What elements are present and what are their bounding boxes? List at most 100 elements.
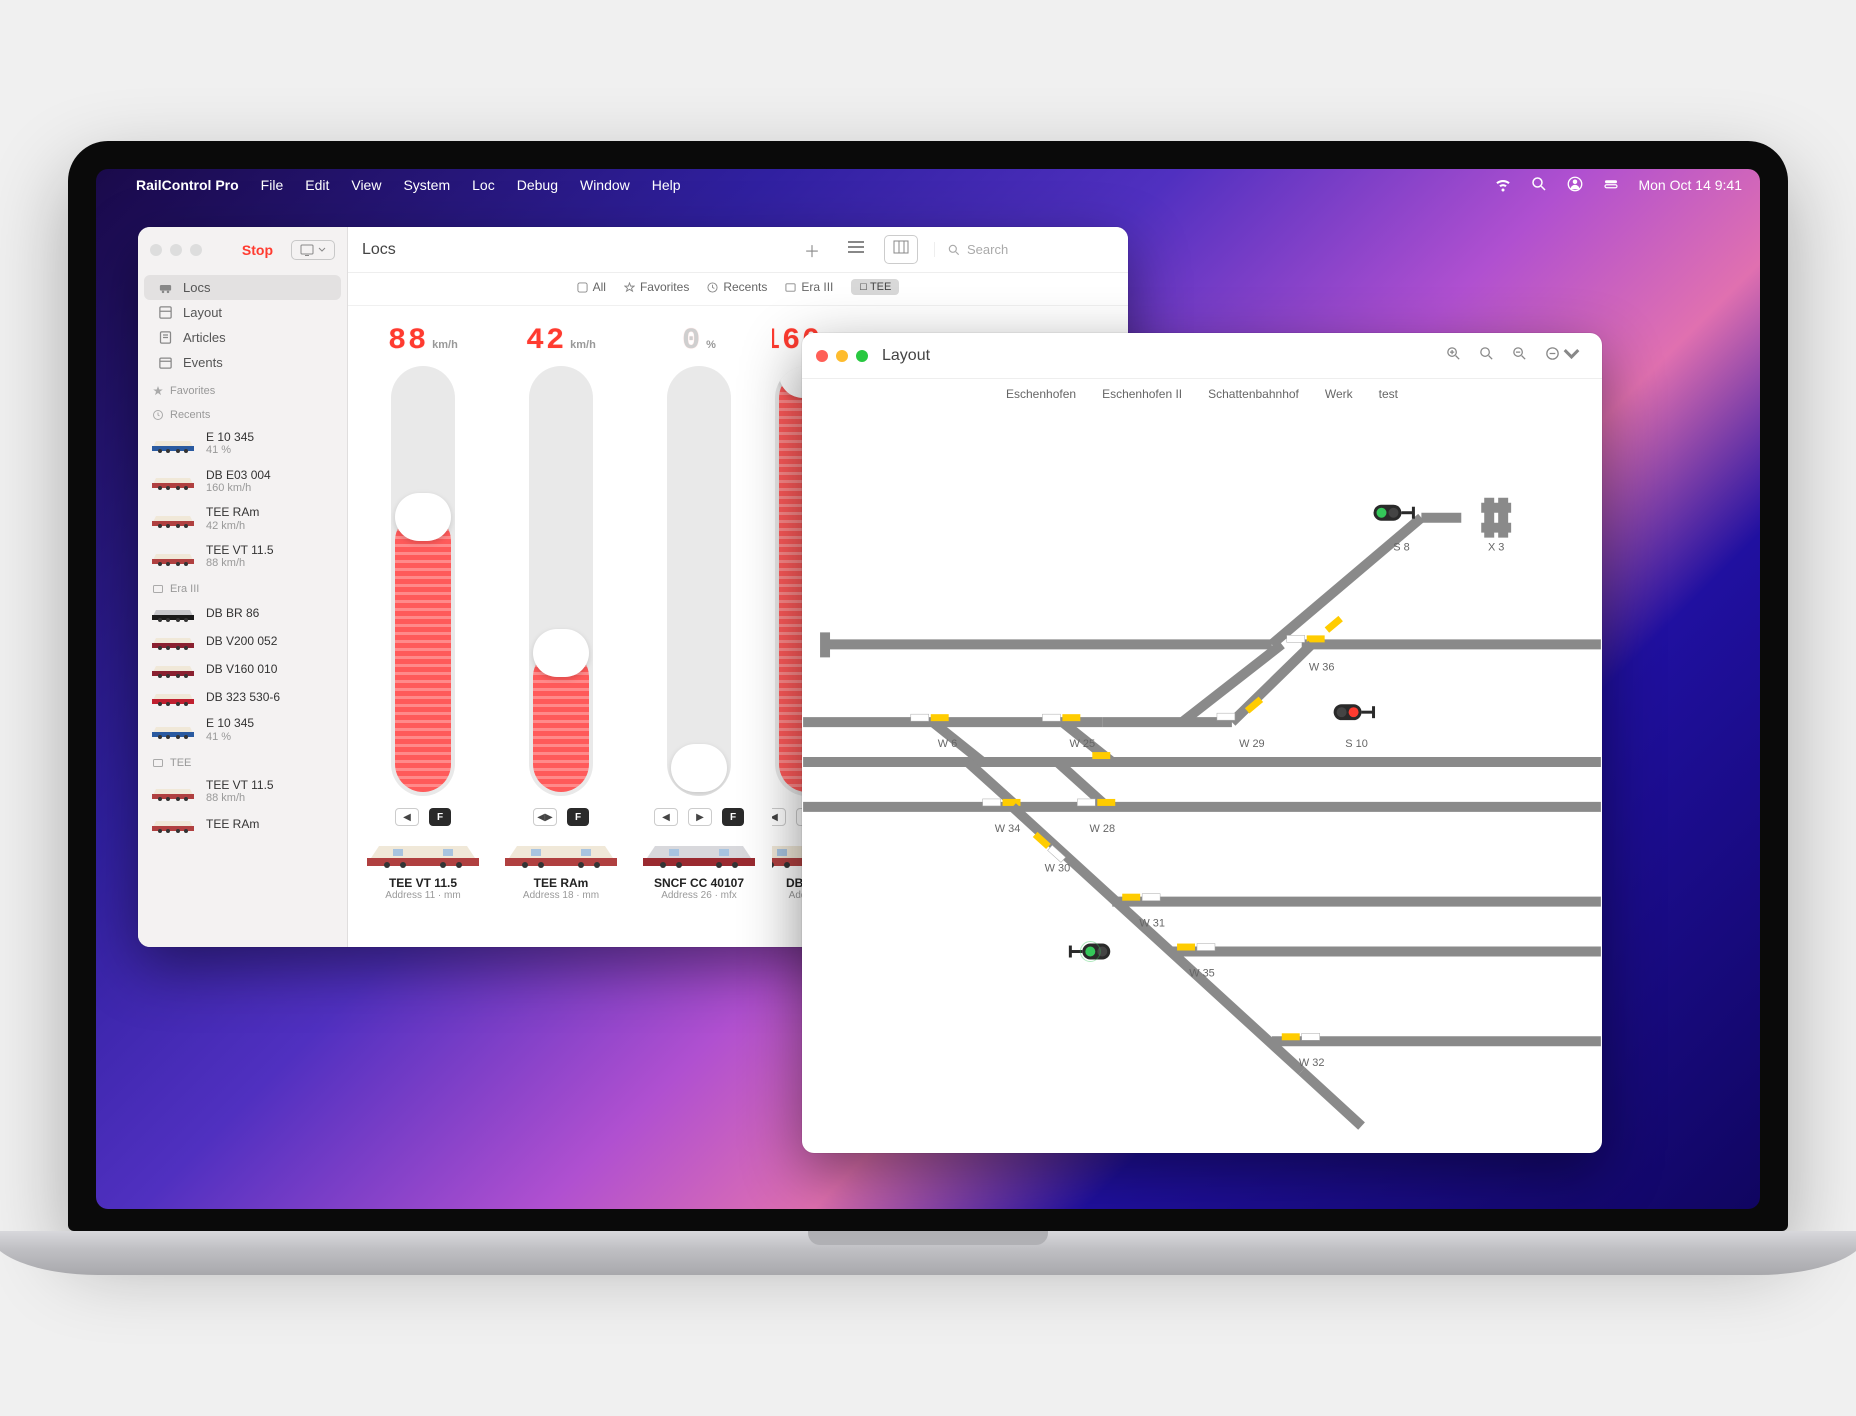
sidebar-loco-item[interactable]: TEE VT 11.588 km/h <box>138 773 347 811</box>
zoom-out-button[interactable] <box>1503 341 1536 371</box>
wifi-icon[interactable] <box>1494 175 1512 196</box>
control-center-icon[interactable] <box>1602 175 1620 196</box>
tab-eschenhofen[interactable]: Eschenhofen <box>1006 387 1076 401</box>
maximize-button[interactable] <box>856 350 868 362</box>
filter-recents[interactable]: Recents <box>707 280 767 294</box>
filter-tee-pill[interactable]: ☐ TEE <box>851 279 899 295</box>
loco-thumbnail <box>150 472 196 490</box>
speed-value: 42 <box>526 324 566 358</box>
menu-loc[interactable]: Loc <box>472 177 495 193</box>
loco-status: 160 km/h <box>206 482 271 495</box>
direction-reverse-button[interactable]: ◀ <box>395 808 419 826</box>
speed-slider[interactable] <box>391 366 455 796</box>
sidebar-loco-item[interactable]: TEE VT 11.588 km/h <box>138 538 347 576</box>
menu-debug[interactable]: Debug <box>517 177 558 193</box>
sidebar-loco-item[interactable]: E 10 34541 % <box>138 425 347 463</box>
function-button[interactable]: F <box>429 808 451 826</box>
speed-slider[interactable] <box>667 366 731 796</box>
svg-text:S 8: S 8 <box>1393 542 1409 554</box>
slider-thumb[interactable] <box>671 744 727 792</box>
menu-window[interactable]: Window <box>580 177 630 193</box>
minimize-button[interactable] <box>836 350 848 362</box>
stop-button[interactable]: Stop <box>242 242 273 258</box>
svg-text:W 35: W 35 <box>1189 967 1215 979</box>
menu-file[interactable]: File <box>261 177 284 193</box>
loco-thumbnail <box>150 604 196 622</box>
sidebar-loco-item[interactable]: DB V160 010 <box>138 655 347 683</box>
slider-thumb[interactable] <box>395 493 451 541</box>
sidebar-item-articles[interactable]: Articles <box>144 325 341 350</box>
direction-reverse-button[interactable]: ◀▶ <box>533 808 557 826</box>
tab-werk[interactable]: Werk <box>1325 387 1353 401</box>
window-traffic-lights[interactable] <box>150 244 202 256</box>
app-name[interactable]: RailControl Pro <box>136 177 239 193</box>
menu-view[interactable]: View <box>351 177 381 193</box>
svg-text:W 36: W 36 <box>1309 661 1335 673</box>
menu-help[interactable]: Help <box>652 177 681 193</box>
tab-schattenbahnhof[interactable]: Schattenbahnhof <box>1208 387 1299 401</box>
sidebar-loco-item[interactable]: DB V200 052 <box>138 627 347 655</box>
slider-thumb[interactable] <box>533 629 589 677</box>
throttle-loco-address: Address 18 · mm <box>523 890 599 901</box>
zoom-in-button[interactable] <box>1437 341 1470 371</box>
sidebar-item-locs[interactable]: Locs <box>144 275 341 300</box>
speed-value: 88 <box>388 324 428 358</box>
sidebar-item-label: Locs <box>183 280 210 295</box>
loco-status: 42 km/h <box>206 520 259 533</box>
track-diagram[interactable]: S 8 X 3 W 36 <box>802 413 1602 1141</box>
direction-reverse-button[interactable]: ◀ <box>654 808 678 826</box>
tab-test[interactable]: test <box>1379 387 1398 401</box>
svg-text:W 28: W 28 <box>1089 823 1115 835</box>
maximize-button[interactable] <box>190 244 202 256</box>
list-view-button[interactable] <box>840 236 872 263</box>
sidebar-item-events[interactable]: Events <box>144 350 341 375</box>
direction-reverse-button[interactable]: ◀ <box>772 808 786 826</box>
loco-image <box>501 838 621 868</box>
search-input[interactable]: Search <box>934 242 1114 257</box>
loco-thumbnail <box>150 721 196 739</box>
layout-window: Layout Eschenhofen Eschenhofen II Schatt… <box>802 333 1602 1153</box>
add-button[interactable]: ＋ <box>796 234 828 266</box>
throttle-loco-address: Address 26 · mfx <box>661 890 737 901</box>
throttle-loco-name: SNCF CC 40107 <box>654 876 744 890</box>
loco-image <box>639 838 759 868</box>
direction-forward-button[interactable]: ▶ <box>688 808 712 826</box>
layout-options-button[interactable] <box>1536 341 1588 371</box>
menu-system[interactable]: System <box>403 177 450 193</box>
menubar-clock[interactable]: Mon Oct 14 9:41 <box>1638 177 1742 193</box>
sidebar-loco-item[interactable]: DB 323 530-6 <box>138 683 347 711</box>
svg-text:X 3: X 3 <box>1488 542 1504 554</box>
sidebar-loco-item[interactable]: DB BR 86 <box>138 599 347 627</box>
function-button[interactable]: F <box>567 808 589 826</box>
spotlight-icon[interactable] <box>1530 175 1548 196</box>
loco-thumbnail <box>150 435 196 453</box>
svg-text:W 31: W 31 <box>1139 918 1165 930</box>
speed-unit: km/h <box>570 339 596 351</box>
sidebar-loco-item[interactable]: DB E03 004160 km/h <box>138 463 347 501</box>
sidebar-item-layout[interactable]: Layout <box>144 300 341 325</box>
filter-era[interactable]: Era III <box>785 280 833 294</box>
grid-view-button[interactable] <box>884 235 918 264</box>
display-mode-button[interactable] <box>291 240 335 260</box>
function-button[interactable]: F <box>722 808 744 826</box>
user-icon[interactable] <box>1566 175 1584 196</box>
window-traffic-lights[interactable] <box>816 350 868 362</box>
sidebar-loco-item[interactable]: TEE RAm <box>138 810 347 838</box>
speed-unit: % <box>706 339 716 351</box>
loco-thumbnail <box>150 548 196 566</box>
sidebar-favorites-header: Favorites <box>138 377 347 401</box>
close-button[interactable] <box>150 244 162 256</box>
sidebar-loco-item[interactable]: E 10 34541 % <box>138 711 347 749</box>
speed-slider[interactable] <box>529 366 593 796</box>
throttle-card: 0%◀▶FSNCF CC 40107Address 26 · mfx <box>634 324 764 901</box>
filter-all[interactable]: All <box>577 280 606 294</box>
zoom-reset-button[interactable] <box>1470 341 1503 371</box>
sidebar-loco-item[interactable]: TEE RAm42 km/h <box>138 500 347 538</box>
close-button[interactable] <box>816 350 828 362</box>
filter-favorites[interactable]: Favorites <box>624 280 689 294</box>
tab-eschenhofen-2[interactable]: Eschenhofen II <box>1102 387 1182 401</box>
minimize-button[interactable] <box>170 244 182 256</box>
loco-name: DB V200 052 <box>206 634 277 648</box>
menu-edit[interactable]: Edit <box>305 177 329 193</box>
svg-text:W 25: W 25 <box>1070 738 1096 750</box>
